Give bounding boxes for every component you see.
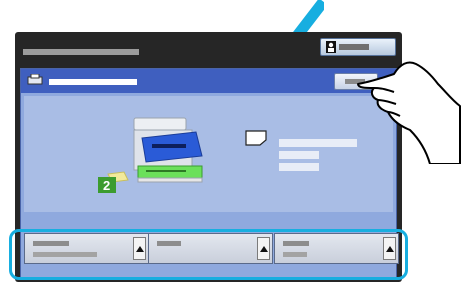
printer-tab-icon <box>27 74 43 85</box>
paper-icon <box>245 130 267 146</box>
tray-2-badge: 2 <box>98 177 116 193</box>
title-bar <box>15 32 402 60</box>
printer-status-area <box>24 96 393 212</box>
pointing-hand-icon <box>357 61 461 164</box>
login-label <box>339 44 369 50</box>
panel-header <box>21 69 396 93</box>
user-login-icon <box>326 41 336 53</box>
tray-selection-highlight <box>9 229 408 280</box>
panel-header-title <box>49 79 137 85</box>
paper-info-line-3 <box>279 163 319 171</box>
svg-text:2: 2 <box>103 178 110 193</box>
title-text <box>23 49 139 55</box>
paper-info-line-1 <box>279 139 357 147</box>
paper-info-line-2 <box>279 151 319 159</box>
